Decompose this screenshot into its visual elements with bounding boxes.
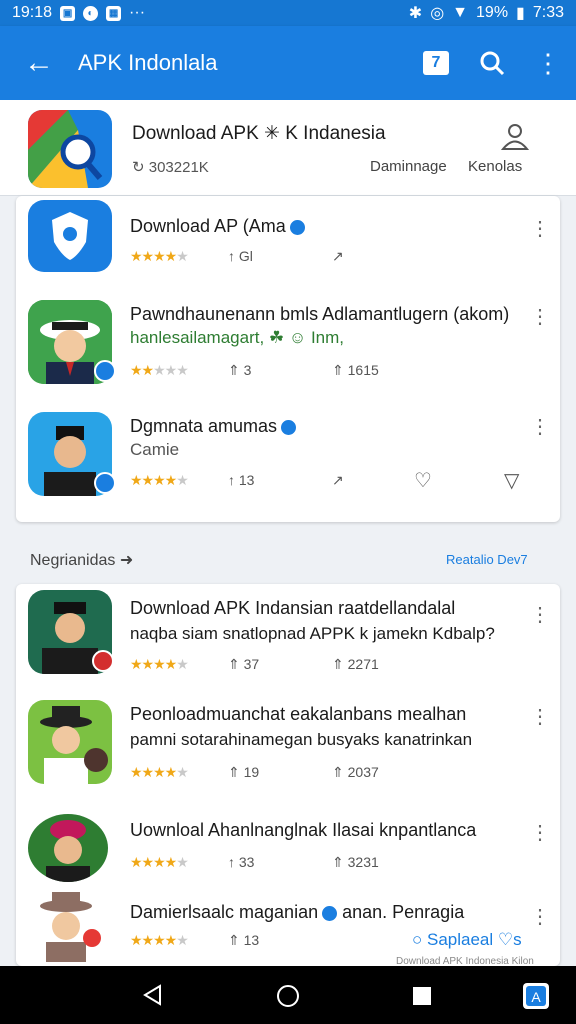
arrow-icon: ➜ [119, 552, 134, 569]
image-notification-icon: ▦ [106, 5, 122, 21]
more-options-icon[interactable]: ⋮ [530, 704, 550, 729]
list-item[interactable]: Download APK Indansian raatdellandalal n… [16, 590, 560, 690]
more-options-icon[interactable]: ⋮ [530, 414, 550, 439]
verified-icon [322, 905, 338, 921]
headscarf-avatar-icon [28, 814, 108, 882]
recommended-list-card: Download APK Indansian raatdellandalal n… [16, 584, 560, 966]
star-rating: ★★★★★ [130, 362, 189, 378]
star-rating: ★★★★★ [130, 472, 189, 488]
verified-badge [94, 472, 116, 494]
like-stat: ⇑ 19 [228, 764, 260, 780]
messenger-notification-icon: ◐ [83, 5, 99, 21]
verified-icon [281, 419, 297, 435]
svg-text:A: A [531, 989, 541, 1005]
apk-shortcut-icon[interactable]: A [522, 982, 550, 1015]
favorite-icon[interactable]: ♡ [414, 468, 432, 493]
app-title: Download APK ✳ K Indanesia [132, 123, 386, 144]
more-notifications-icon: ··· [129, 4, 146, 21]
list-item[interactable]: Peonloadmuanchat eakalanbans mealhan pam… [16, 700, 560, 800]
header-link-1[interactable]: Daminnage [370, 158, 447, 175]
like-stat-2: ⇑ 2037 [332, 764, 379, 780]
status-bar: 19:18 ▣ ◐ ▦ ··· ✱ ◎ ▼ 19% ▮ 7:33 [0, 0, 576, 26]
app-subtitle: naqba siam snatlopnad APPK k jamekn Kdba… [130, 624, 495, 643]
verified-badge [94, 360, 116, 382]
like-stat: ⇑ 3 [228, 362, 252, 378]
cowboy-avatar-icon [28, 890, 108, 962]
share-icon[interactable]: ↗ [332, 248, 344, 265]
app-subtitle: Camie [130, 440, 180, 459]
more-options-icon[interactable]: ⋮ [530, 904, 550, 929]
section-title: Negrianidas ➜ [30, 552, 134, 569]
app-header-card: Download APK ✳ K Indanesia ↻ 303221K Dam… [0, 100, 576, 196]
more-options-icon[interactable]: ⋮ [530, 820, 550, 845]
download-count: ↻ 303221K [132, 159, 209, 176]
special-link[interactable]: ○ Saplaeal ♡s [412, 930, 522, 950]
verified-icon [289, 219, 305, 235]
more-options-icon[interactable]: ⋮ [530, 304, 550, 329]
app-bar-title: APK Indonlala [78, 50, 218, 75]
account-icon[interactable] [500, 122, 530, 155]
nav-back-icon[interactable] [142, 984, 164, 1011]
star-rating: ★★★★★ [130, 656, 189, 672]
star-rating: ★★★★★ [130, 764, 189, 780]
app-subtitle: hanlesailamagart, ☘ ☺ Inm, [130, 328, 345, 347]
list-item[interactable]: Uownloal Ahanlnanglnak Ilasai knpantlanc… [16, 810, 560, 886]
like-stat-2: ⇑ 2271 [332, 656, 379, 672]
like-stat: ⇑ 13 [228, 932, 260, 948]
verified-badge [92, 650, 114, 672]
like-stat: ⇑ 37 [228, 656, 260, 672]
share-icon[interactable]: ↗ [332, 472, 344, 489]
download-stat: ↑ 13 [228, 472, 255, 488]
like-stat-2: ⇑ 1615 [332, 362, 379, 378]
overflow-menu-icon[interactable]: ⋮ [520, 48, 576, 79]
filter-icon[interactable]: ▽ [504, 468, 519, 493]
app-name: Pawndhaunenann bmls Adlamantlugern (akom… [130, 304, 510, 324]
bluetooth-icon: ✱ [408, 5, 423, 22]
like-stat-2: ⇑ 3231 [332, 854, 379, 870]
star-rating: ★★★★★ [130, 932, 189, 948]
app-name: Damierlsaalc maganian anan. Penragia [130, 902, 465, 922]
app-bar: ← APK Indonlala 7 ⋮ [0, 26, 576, 100]
gallery-notification-icon: ▣ [60, 5, 76, 21]
list-item[interactable]: Dgmnata amumas Camie ★★★★★ ↑ 13 ↗ ♡ ▽ ⋮ [16, 410, 560, 520]
download-stat: ↑ Gl [228, 248, 253, 264]
star-rating: ★★★★★ [130, 854, 189, 870]
navigation-bar: A [0, 966, 576, 1024]
app-name: Uownloal Ahanlnanglnak Ilasai knpantlanc… [130, 820, 477, 840]
section-link[interactable]: Reatalio Dev7 [446, 552, 528, 567]
back-arrow-icon[interactable]: ← [0, 46, 78, 80]
more-options-icon[interactable]: ⋮ [530, 602, 550, 627]
app-name: Download APK Indansian raatdellandalal [130, 598, 456, 618]
download-stat: ↑ 33 [228, 854, 255, 870]
list-item[interactable]: Download AP (Ama ★★★★★ ↑ Gl ↗ ⋮ [16, 196, 560, 286]
wifi-icon: ▼ [452, 4, 469, 21]
alarm-icon: ◎ [430, 5, 445, 22]
list-item[interactable]: Pawndhaunenann bmls Adlamantlugern (akom… [16, 296, 560, 406]
status-time-right: 7:33 [532, 4, 564, 21]
app-name: Download AP (Ama [130, 216, 305, 237]
app-name: Peonloadmuanchat eakalanbans mealhan [130, 704, 467, 724]
status-time-left: 19:18 [12, 4, 53, 21]
battery-percent: 19% [476, 4, 509, 21]
hat-avatar-icon [28, 700, 112, 784]
battery-icon: ▮ [516, 5, 525, 22]
shield-app-icon [28, 200, 112, 272]
calendar-icon: 7 [423, 51, 449, 75]
star-rating: ★★★★★ [130, 248, 189, 264]
app-subtitle: pamni sotarahinamegan busyaks kanatrinka… [130, 730, 473, 749]
app-name: Dgmnata amumas [130, 416, 297, 437]
list-item[interactable]: Damierlsaalc maganian anan. Penragia ★★★… [16, 890, 560, 966]
search-icon[interactable] [464, 50, 520, 76]
apk-logo-icon[interactable] [28, 110, 112, 188]
nav-home-icon[interactable] [276, 984, 300, 1013]
header-link-2[interactable]: Kenolas [468, 158, 522, 175]
nav-recents-icon[interactable] [412, 986, 432, 1011]
more-options-icon[interactable]: ⋮ [530, 216, 550, 241]
calendar-button[interactable]: 7 [408, 51, 464, 75]
featured-list-card: Download AP (Ama ★★★★★ ↑ Gl ↗ ⋮ Pawndhau… [16, 196, 560, 522]
